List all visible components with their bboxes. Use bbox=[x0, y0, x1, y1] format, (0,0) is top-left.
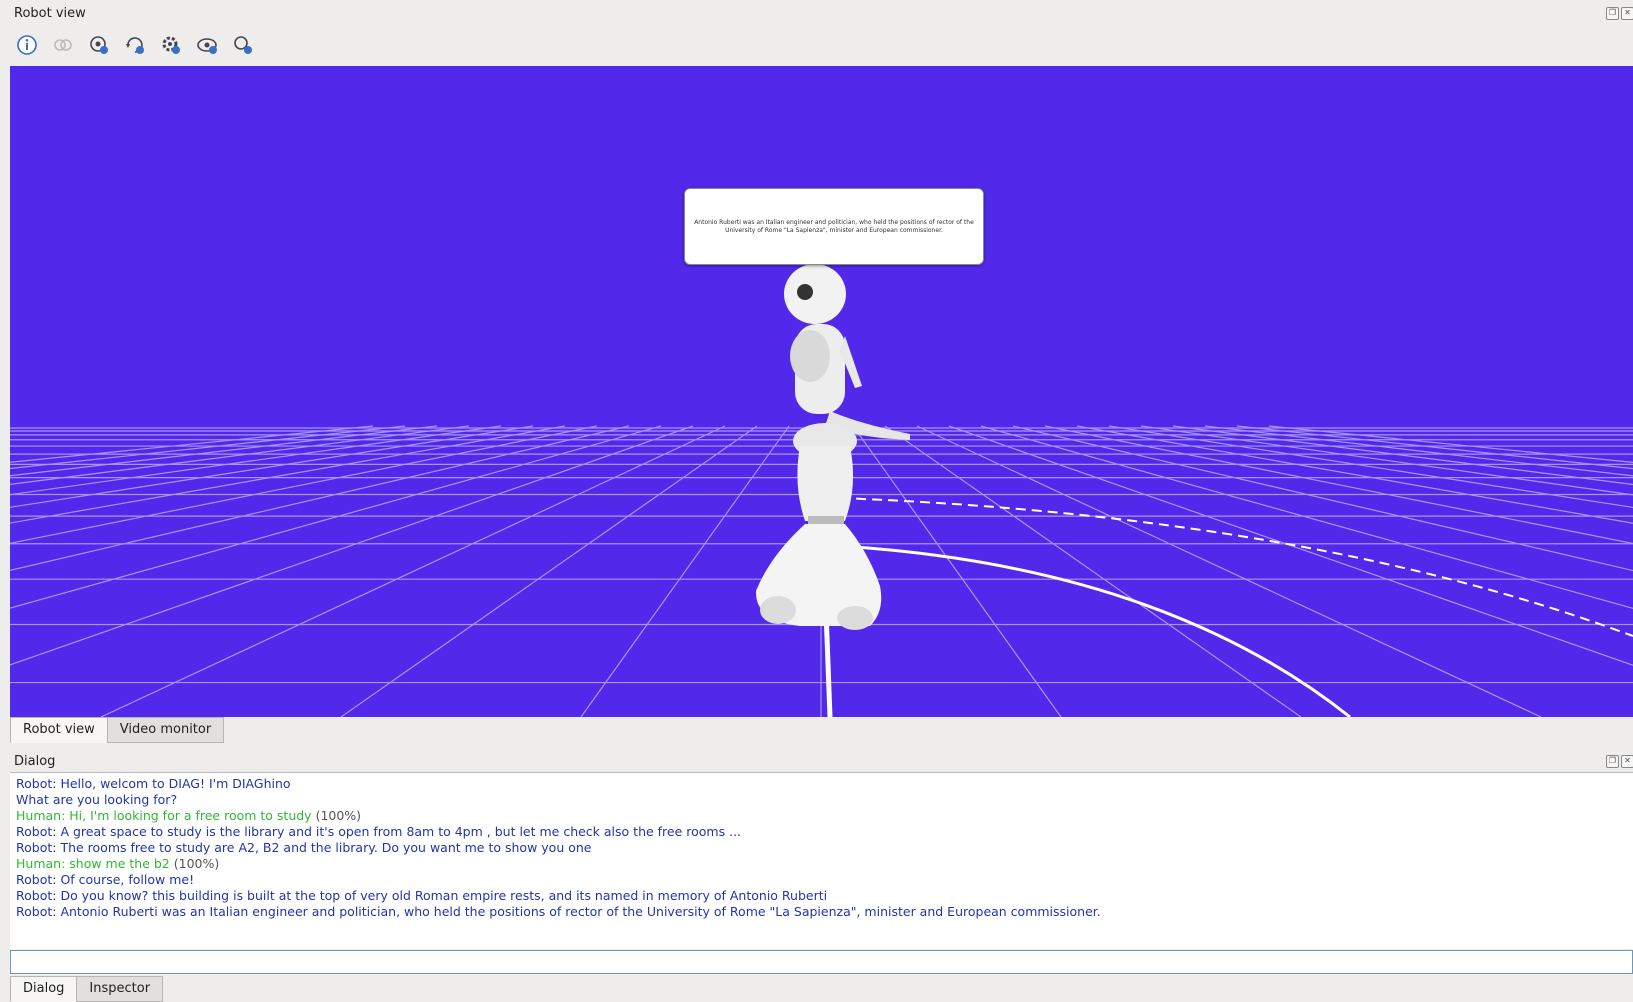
dialog-line-text: Robot: Hello, welcom to DIAG! I'm DIAGhi… bbox=[16, 776, 291, 791]
dialog-line: Robot: Hello, welcom to DIAG! I'm DIAGhi… bbox=[16, 776, 1627, 792]
dialog-line-text: What are you looking for? bbox=[16, 792, 178, 807]
dialog-tabs: Dialog Inspector bbox=[10, 976, 164, 1002]
view-tabs: Robot view Video monitor bbox=[10, 717, 225, 743]
tab-dialog[interactable]: Dialog bbox=[10, 976, 78, 1002]
dialog-line: What are you looking for? bbox=[16, 792, 1627, 808]
close-icon[interactable]: ✕ bbox=[1621, 755, 1633, 768]
dialog-line-text: Robot: The rooms free to study are A2, B… bbox=[16, 840, 592, 855]
dialog-line: Robot: Of course, follow me! bbox=[16, 872, 1627, 888]
camera-rotate-icon[interactable] bbox=[122, 32, 148, 58]
robot-view-dock-buttons: ❐ ✕ bbox=[1606, 7, 1633, 20]
dialog-line-text: Robot: Of course, follow me! bbox=[16, 872, 195, 887]
float-icon[interactable]: ❐ bbox=[1606, 7, 1619, 20]
robot-view-toolbar bbox=[14, 32, 256, 58]
dialog-line: Robot: A great space to study is the lib… bbox=[16, 824, 1627, 840]
link-icon[interactable] bbox=[50, 32, 76, 58]
dialog-dock-buttons: ❐ ✕ bbox=[1606, 755, 1633, 768]
tab-robot-view[interactable]: Robot view bbox=[10, 717, 108, 743]
dialog-line-text: Robot: Antonio Ruberti was an Italian en… bbox=[16, 904, 1101, 919]
tab-inspector[interactable]: Inspector bbox=[76, 976, 164, 1002]
confidence-value: (100%) bbox=[169, 856, 220, 871]
dialog-transcript: Robot: Hello, welcom to DIAG! I'm DIAGhi… bbox=[10, 772, 1633, 949]
speech-bubble: Antonio Ruberti was an Italian engineer … bbox=[684, 188, 984, 265]
robot-3d-viewport[interactable]: Antonio Ruberti was an Italian engineer … bbox=[10, 66, 1633, 717]
float-icon[interactable]: ❐ bbox=[1606, 755, 1619, 768]
zoom-icon[interactable] bbox=[230, 32, 256, 58]
scene-graphics bbox=[10, 264, 1633, 717]
info-icon[interactable] bbox=[14, 32, 40, 58]
dialog-line-text: Robot: A great space to study is the lib… bbox=[16, 824, 742, 839]
dialog-line: Human: Hi, I'm looking for a free room t… bbox=[16, 808, 1627, 824]
tab-video-monitor[interactable]: Video monitor bbox=[106, 717, 225, 743]
dialog-line-text: Human: Hi, I'm looking for a free room t… bbox=[16, 808, 312, 823]
close-icon[interactable]: ✕ bbox=[1621, 7, 1633, 20]
settings-icon[interactable] bbox=[158, 32, 184, 58]
dialog-line: Robot: The rooms free to study are A2, B… bbox=[16, 840, 1627, 856]
dialog-line: Robot: Do you know? this building is bui… bbox=[16, 888, 1627, 904]
dialog-line: Robot: Antonio Ruberti was an Italian en… bbox=[16, 904, 1627, 920]
confidence-value: (100%) bbox=[311, 808, 362, 823]
dialog-line: Human: show me the b2 (100%) bbox=[16, 856, 1627, 872]
dialog-line-text: Human: show me the b2 bbox=[16, 856, 170, 871]
dialog-panel-title: Dialog bbox=[14, 754, 56, 769]
robot-view-panel-title: Robot view bbox=[14, 6, 86, 21]
robot-model bbox=[755, 264, 910, 630]
view-icon[interactable] bbox=[194, 32, 220, 58]
camera-settings-icon[interactable] bbox=[86, 32, 112, 58]
dialog-input[interactable] bbox=[10, 950, 1633, 974]
dialog-line-text: Robot: Do you know? this building is bui… bbox=[16, 888, 828, 903]
